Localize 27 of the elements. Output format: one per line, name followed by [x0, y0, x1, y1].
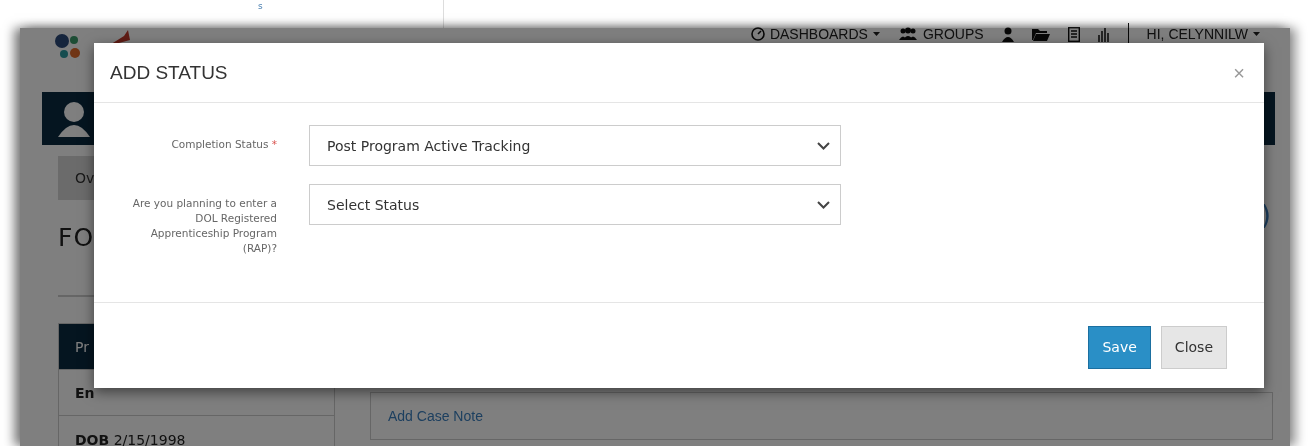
page-heading: FO [58, 223, 95, 254]
people-icon [897, 27, 918, 41]
add-case-note-link[interactable]: Add Case Note [388, 408, 483, 424]
chevron-down-icon [817, 200, 830, 209]
save-button[interactable]: Save [1088, 325, 1151, 369]
gauge-icon [750, 27, 765, 41]
dialog-title: ADD STATUS [110, 61, 228, 84]
caret-icon [1253, 32, 1260, 36]
field-label: Are you planning to enter a DOL Registered Apprenticeship Program (RAP)? [131, 196, 277, 256]
nav-link[interactable]: GROUPS [897, 26, 984, 42]
heading-fragment: ) [1260, 200, 1271, 230]
person-icon[interactable] [1001, 26, 1014, 42]
nav-link[interactable]: HI, CELYNNILW [1146, 26, 1260, 42]
status-select[interactable]: Select Status [309, 184, 841, 225]
chevron-down-icon [817, 141, 830, 150]
folder-icon[interactable] [1031, 27, 1050, 41]
info-row-text: DOB 2/15/1998 [74, 431, 187, 446]
caret-icon [872, 32, 880, 36]
avatar-silhouette-icon [58, 100, 90, 137]
field-label: Completion Status * [171, 137, 277, 152]
close-button[interactable]: × [1233, 62, 1245, 83]
list-icon[interactable] [1067, 26, 1080, 42]
close-button[interactable]: Close [1160, 325, 1227, 369]
status-select[interactable]: Post Program Active Tracking [309, 125, 841, 166]
link-fragment: s [258, 0, 263, 12]
bar-chart-icon[interactable] [1097, 26, 1110, 42]
nav-link[interactable]: DASHBOARDS [750, 26, 880, 42]
